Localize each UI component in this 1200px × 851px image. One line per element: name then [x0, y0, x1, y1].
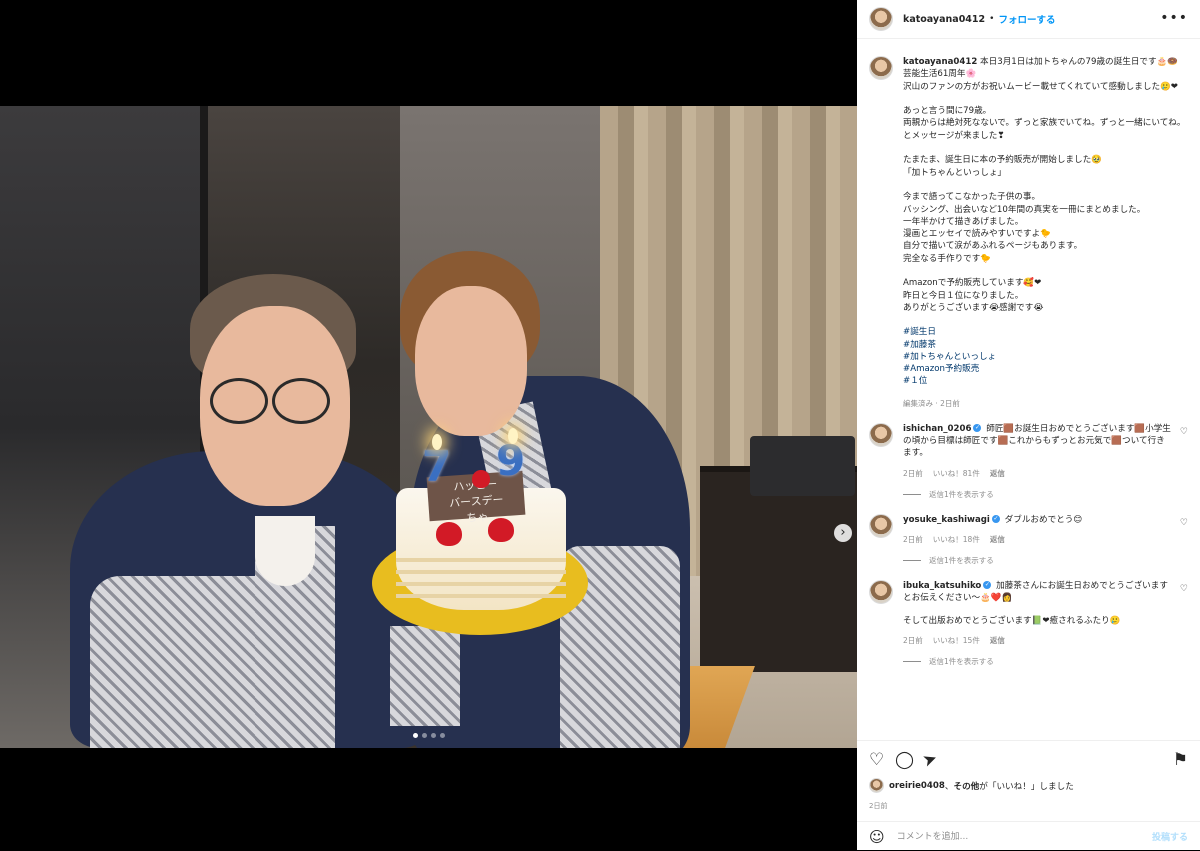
comment-text: ibuka_katsuhiko ✓ 加藤茶さんにお誕生日おめでとうございますとお伝… [903, 580, 1172, 605]
hashtag-link[interactable]: #１位 [903, 375, 1188, 387]
carousel-dot [431, 733, 436, 738]
comment-composer: ☺ 投稿する [857, 821, 1200, 851]
strawberry [436, 522, 462, 546]
carousel-dot-active [413, 733, 418, 738]
carousel-dot [440, 733, 445, 738]
liker-avatar[interactable] [869, 778, 884, 793]
commenter-username[interactable]: yosuke_kashiwagi [903, 515, 990, 525]
comment-item: ibuka_katsuhiko ✓ 加藤茶さんにお誕生日おめでとうございますとお伝… [857, 579, 1200, 667]
caption-meta: 編集済み · 2日前 [903, 398, 960, 408]
birthday-cake: ハッピー バースデー ちゃ [396, 470, 566, 610]
cake-stripe [396, 582, 566, 586]
hashtag-list: #誕生日 #加藤茶 #加トちゃんといっしょ #Amazon予約販売 #１位 [903, 326, 1188, 387]
candle-nine: 9 [496, 436, 526, 485]
comment-time: 2日前 [903, 635, 923, 645]
hashtag-link[interactable]: #加藤茶 [903, 339, 1188, 351]
verified-badge-icon: ✓ [973, 424, 982, 433]
likes-summary: oreirie0408、その他 が「いいね！」しました [869, 778, 1074, 793]
post-media: ハッピー バースデー ちゃ 7 9 › [0, 0, 857, 850]
post-date: 2日前 [869, 802, 888, 810]
caption-text: katoayana0412 本日3月1日は加トちゃんの79歳の誕生日です🎂🍩 芸… [903, 56, 1188, 314]
liker-username[interactable]: oreirie0408 [889, 781, 945, 791]
reply-button[interactable]: 返信 [990, 469, 1005, 478]
carousel-indicator [413, 733, 445, 738]
hashtag-link[interactable]: #加トちゃんといっしょ [903, 351, 1188, 363]
woman-face [415, 286, 527, 436]
candle-flame [508, 428, 518, 444]
commenter-avatar[interactable] [869, 513, 893, 538]
comment-like-icon[interactable]: ♡ [1180, 427, 1188, 437]
reply-button[interactable]: 返信 [990, 636, 1005, 645]
separator-dot: • [989, 14, 995, 24]
man-glasses-left [210, 378, 268, 424]
caption-username[interactable]: katoayana0412 [903, 57, 977, 67]
cake-stripe [396, 594, 566, 598]
post-header: katoayana0412 • フォローする ••• [857, 0, 1200, 39]
commenter-username[interactable]: ishichan_0206 [903, 424, 971, 434]
save-bookmark-icon[interactable]: ⚑ [1173, 751, 1188, 769]
comment-like-icon[interactable]: ♡ [1180, 518, 1188, 528]
comments-area[interactable]: katoayana0412 本日3月1日は加トちゃんの79歳の誕生日です🎂🍩 芸… [857, 48, 1200, 738]
view-replies-button[interactable]: 返信1件を表示する [903, 489, 1172, 500]
man-glasses-right [272, 378, 330, 424]
commenter-avatar[interactable] [869, 579, 893, 604]
cake-stripe [396, 558, 566, 562]
comment-like-icon[interactable]: ♡ [1180, 584, 1188, 594]
comment-likes[interactable]: いいね！81件 [933, 469, 980, 478]
view-replies-button[interactable]: 返信1件を表示する [903, 555, 1172, 566]
hashtag-link[interactable]: #誕生日 [903, 326, 1188, 338]
caption: katoayana0412 本日3月1日は加トちゃんの79歳の誕生日です🎂🍩 芸… [857, 48, 1200, 409]
comment-likes[interactable]: いいね！18件 [933, 535, 980, 544]
likes-suffix: が「いいね！」しました [979, 781, 1074, 792]
hashtag-link[interactable]: #Amazon予約販売 [903, 363, 1188, 375]
reply-button[interactable]: 返信 [990, 535, 1005, 544]
man-robe-pattern-left [90, 576, 260, 748]
cake-stripe [396, 570, 566, 574]
cabinet [700, 466, 857, 672]
share-send-icon[interactable]: ➤ [920, 748, 940, 772]
emoji-smile-icon[interactable]: ☺ [869, 828, 885, 846]
like-heart-icon[interactable]: ♡ [869, 751, 884, 769]
likes-separator: 、 [944, 781, 954, 792]
verified-badge-icon: ✓ [983, 581, 992, 590]
verified-badge-icon: ✓ [991, 515, 1000, 524]
stereo [750, 436, 855, 496]
author-avatar[interactable] [869, 56, 893, 80]
comment-item: ishichan_0206 ✓ 師匠🟫お誕生日おめでとうございます🟫小学生の頃から… [857, 422, 1200, 500]
comment-text: yosuke_kashiwagi ✓ ダブルおめでとう😊 [903, 514, 1172, 526]
man-robe-pattern-right [390, 626, 460, 726]
post-comment-button[interactable]: 投稿する [1152, 830, 1188, 843]
strawberry [472, 470, 490, 488]
commenter-avatar[interactable] [869, 422, 893, 447]
comment-meta: 2日前 いいね！15件 返信 [903, 635, 1172, 646]
strawberry [488, 518, 514, 542]
carousel-next-button[interactable]: › [834, 524, 852, 542]
author-username[interactable]: katoayana0412 [903, 14, 985, 25]
comment-bubble-icon[interactable]: ◯ [895, 751, 914, 769]
comment-body: ダブルおめでとう😊 [1004, 514, 1083, 525]
comment-body-second: そして出版おめでとうございます📗❤癒されるふたり🥲 [903, 615, 1121, 626]
carousel-dot [422, 733, 427, 738]
comment-item: yosuke_kashiwagi ✓ ダブルおめでとう😊 2日前 いいね！18件 返信… [857, 513, 1200, 566]
author-avatar[interactable] [869, 7, 893, 31]
comment-meta: 2日前 いいね！81件 返信 [903, 468, 1172, 479]
comment-meta: 2日前 いいね！18件 返信 [903, 534, 1172, 545]
commenter-username[interactable]: ibuka_katsuhiko [903, 581, 981, 591]
comment-time: 2日前 [903, 534, 923, 544]
action-bar: ♡ ◯ ➤ ⚑ oreirie0408、その他 が「いいね！」しました 2日前 [857, 740, 1200, 810]
comment-text: ishichan_0206 ✓ 師匠🟫お誕生日おめでとうございます🟫小学生の頃から… [903, 423, 1172, 460]
likes-others-link[interactable]: その他 [953, 780, 979, 792]
comment-likes[interactable]: いいね！15件 [933, 636, 980, 645]
view-replies-button[interactable]: 返信1件を表示する [903, 656, 1172, 667]
candle-seven: 7 [422, 442, 452, 491]
caption-body: 本日3月1日は加トちゃんの79歳の誕生日です🎂🍩 芸能生活61周年🌸 沢山のファ… [903, 57, 1186, 313]
man-shirt [255, 516, 315, 586]
comment-input[interactable] [894, 830, 1119, 843]
post-photo[interactable]: ハッピー バースデー ちゃ 7 9 › [0, 106, 857, 748]
follow-button[interactable]: フォローする [998, 12, 1055, 26]
comment-time: 2日前 [903, 468, 923, 478]
more-options-icon[interactable]: ••• [1160, 10, 1188, 26]
post-side-panel: katoayana0412 • フォローする ••• katoayana0412… [857, 0, 1200, 850]
candle-flame [432, 434, 442, 450]
